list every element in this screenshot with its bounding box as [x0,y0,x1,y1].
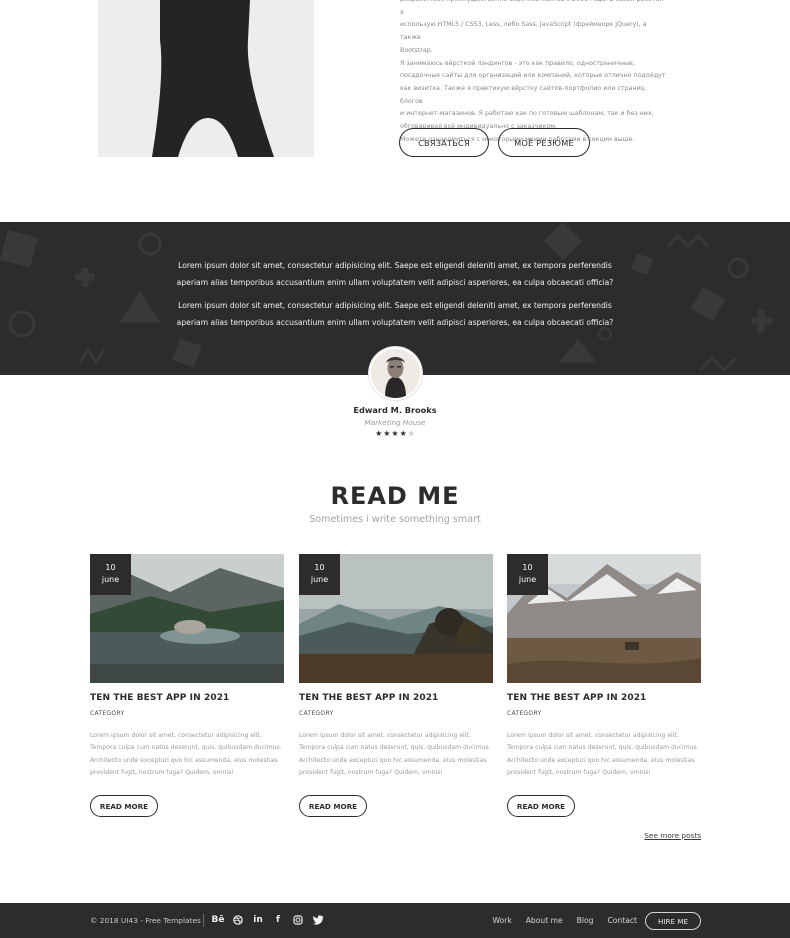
date-badge: 10 june [90,554,131,595]
blog-card-excerpt: Lorem ipsum dolor sit amet, consectetur … [90,732,282,777]
date-day: 10 [522,563,533,572]
blog-card: 10 june TEN THE BEST APP IN 2021 CATEGOR… [90,554,284,817]
blog-card-title[interactable]: TEN THE BEST APP IN 2021 [299,693,493,703]
behance-icon[interactable]: Bē [211,913,225,927]
footer-nav-contact[interactable]: Contact [607,916,637,925]
blog-card-image[interactable]: 10 june [90,554,284,683]
twitter-icon[interactable] [311,913,325,927]
blog-card-excerpt: Lorem ipsum dolor sit amet, consectetur … [299,732,491,777]
testimonial-name: Edward M. Brooks [353,405,437,415]
dribbble-icon[interactable] [231,913,245,927]
testimonial-avatar [369,347,422,400]
star-icon: ★ [399,429,407,438]
about-buttons: СВЯЗАТЬСЯ МОЁ РЕЗЮМЕ [399,128,590,157]
blog-card-category[interactable]: CATEGORY [299,710,334,717]
date-badge: 10 june [507,554,548,595]
see-more-posts-link[interactable]: See more posts [630,831,701,840]
quote-line: Lorem ipsum dolor sit amet, consectetur … [178,261,612,270]
about-line: посадочные сайты для организаций или ком… [400,72,666,80]
about-description: разработкой, преимущественно вёрсткой са… [400,0,668,146]
blog-card-title[interactable]: TEN THE BEST APP IN 2021 [90,693,284,703]
about-line: Bootstrap. [400,46,433,54]
about-line: использую HTML5 / CSS3, Less, либо Sass,… [400,21,647,42]
blog-card-image[interactable]: 10 june [299,554,493,683]
blog-card-category[interactable]: CATEGORY [90,710,125,717]
footer-divider [203,914,204,927]
about-line: Я занимаюсь вёрсткой лэндингов - это как… [400,59,635,67]
copyright-text: © 2018 UI43 - Free Templates [90,916,201,925]
footer: © 2018 UI43 - Free Templates Bē in f Wor… [0,903,790,938]
profile-photo [98,0,314,157]
blog-card-title[interactable]: TEN THE BEST APP IN 2021 [507,693,701,703]
date-day: 10 [314,563,325,572]
star-icon: ★ [383,429,391,438]
footer-nav: Work About me Blog Contact [492,916,637,925]
quote-line: aperiam alias temporibus accusantium eni… [176,317,614,327]
read-more-button[interactable]: READ MORE [299,795,367,817]
blog-card: 10 june TEN THE BEST APP IN 2021 CATEGOR… [299,554,493,817]
rating-stars: ★ ★ ★ ★ ★ [373,429,417,439]
blog-title: READ ME [330,482,460,510]
about-section: разработкой, преимущественно вёрсткой са… [0,0,790,222]
resume-button[interactable]: МОЁ РЕЗЮМЕ [498,128,590,157]
star-icon: ★ [375,429,383,438]
testimonial-quote: Lorem ipsum dolor sit amet, consectetur … [170,258,620,291]
about-line: разработкой, преимущественно вёрсткой са… [400,0,663,16]
read-more-button[interactable]: READ MORE [90,795,158,817]
blog-card-excerpt: Lorem ipsum dolor sit amet, consectetur … [507,732,699,777]
linkedin-icon[interactable]: in [251,913,265,927]
about-line: как визитка. Также я практикую вёрстку с… [400,84,645,105]
read-more-button[interactable]: READ MORE [507,795,575,817]
facebook-icon[interactable]: f [271,913,285,927]
testimonial-company: Marketing House [364,418,426,427]
date-month: june [310,575,329,584]
testimonial-quote: Lorem ipsum dolor sit amet, consectetur … [170,298,620,331]
blog-card-category[interactable]: CATEGORY [507,710,542,717]
hire-me-button[interactable]: HIRE ME [645,912,701,930]
blog-card: 10 june TEN THE BEST APP IN 2021 CATEGOR… [507,554,701,817]
about-line: и интернет-магазинов. Я работаю как по г… [400,110,654,118]
footer-nav-about[interactable]: About me [526,916,563,925]
quote-line: aperiam alias temporibus accusantium eni… [176,277,614,287]
footer-nav-work[interactable]: Work [492,916,511,925]
date-day: 10 [105,563,116,572]
social-links: Bē in f [211,913,325,927]
star-icon: ★ [391,429,399,438]
instagram-icon[interactable] [291,913,305,927]
date-badge: 10 june [299,554,340,595]
star-empty-icon: ★ [407,429,415,438]
contact-button[interactable]: СВЯЗАТЬСЯ [399,128,489,157]
date-month: june [518,575,537,584]
blog-card-image[interactable]: 10 june [507,554,701,683]
quote-line: Lorem ipsum dolor sit amet, consectetur … [178,301,612,310]
blog-subtitle: Sometimes i write something smart [309,514,481,525]
date-month: june [101,575,120,584]
footer-nav-blog[interactable]: Blog [577,916,594,925]
